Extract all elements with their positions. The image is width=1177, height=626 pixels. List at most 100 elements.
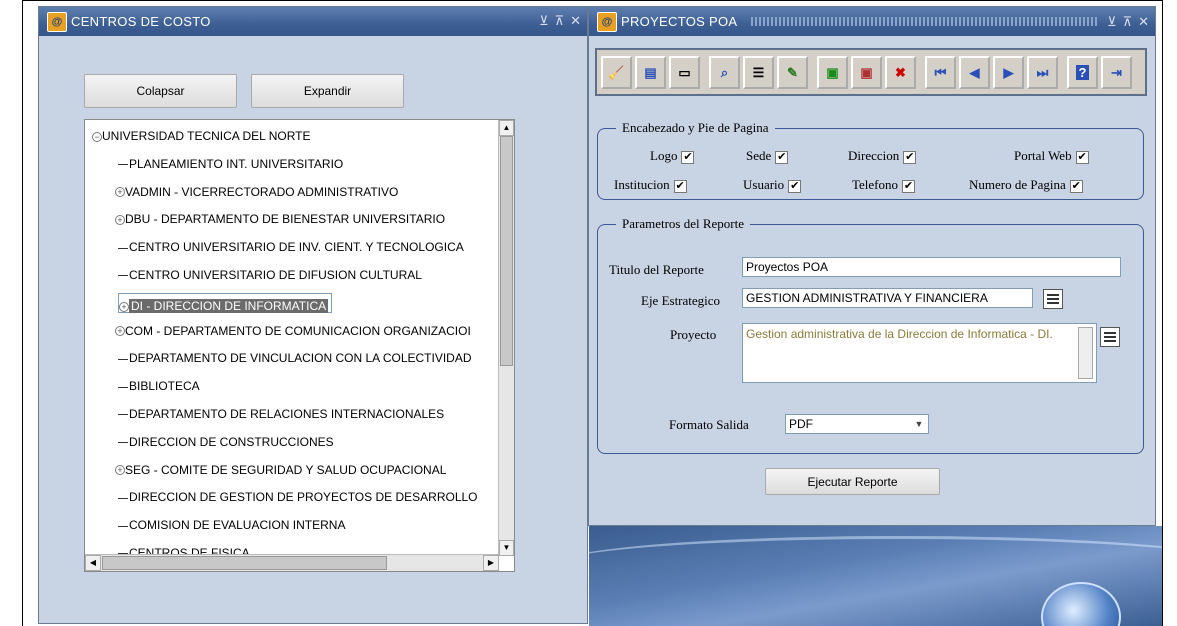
usuario-checkbox[interactable]: ✔ [788, 179, 802, 193]
scroll-right-icon[interactable]: ▶ [483, 555, 499, 571]
tree-node-label: CENTRO UNIVERSITARIO DE DIFUSION CULTURA… [129, 268, 422, 282]
cost-center-tree[interactable]: − UNIVERSIDAD TECNICA DEL NORTE PLANEAMIEN… [84, 119, 515, 572]
edit-record-icon[interactable]: ▣ [851, 56, 882, 89]
save-icon[interactable]: ▤ [635, 56, 666, 89]
tree-node-label: COMISION DE EVALUACION INTERNA [129, 518, 346, 533]
direccion-checkbox-label: Direccion ✔ [848, 148, 917, 164]
maximize-icon[interactable]: ⊼ [1123, 14, 1133, 30]
tree-node-label: DEPARTAMENTO DE RELACIONES INTERNACIONAL… [129, 407, 445, 421]
tree-node-label: DI - DIRECCION DE INFORMATICA [129, 298, 329, 313]
tree-node-label: SEG - COMITE DE SEGURIDAD Y SALUD OCUPAC… [125, 462, 447, 477]
expand-node-icon[interactable]: + [115, 215, 125, 226]
institucion-checkbox[interactable]: ✔ [673, 179, 687, 193]
tree-node-label: DEPARTAMENTO DE VINCULACION CON LA COLEC… [129, 351, 472, 366]
tree-connector [118, 275, 128, 277]
edit-icon[interactable]: ✎ [777, 56, 808, 89]
tree-connector [118, 247, 128, 249]
print-icon[interactable]: ▭ [669, 56, 700, 89]
telefono-checkbox[interactable]: ✔ [902, 179, 916, 193]
telefono-checkbox-label: Telefono ✔ [852, 177, 916, 193]
run-report-button[interactable]: Ejecutar Reporte [765, 468, 940, 495]
cost-centers-titlebar[interactable]: @ CENTROS DE COSTO ⊻ ⊼ ✕ [39, 7, 587, 36]
proyectos-titlebar[interactable]: @ PROYECTOS POA ⊻ ⊼ ✕ [589, 7, 1155, 36]
tree-node[interactable]: DIRECCION DE GESTION DE PROYECTOS DE DES… [118, 487, 478, 507]
sede-checkbox-label: Sede ✔ [746, 148, 789, 164]
usuario-checkbox-label: Usuario ✔ [743, 177, 802, 193]
eje-label: Eje Estrategico [641, 293, 721, 308]
formato-select[interactable]: PDF ▼ [785, 414, 929, 434]
sede-checkbox[interactable]: ✔ [775, 150, 789, 164]
tree-node[interactable]: − UNIVERSIDAD TECNICA DEL NORTE [92, 126, 311, 146]
list-icon[interactable]: ☰ [743, 56, 774, 89]
close-icon[interactable]: ✕ [570, 13, 581, 29]
tree-node-label: UNIVERSIDAD TECNICA DEL NORTE [102, 129, 311, 143]
next-record-icon[interactable]: ▶ [993, 56, 1024, 89]
tree-vertical-scrollbar[interactable]: ▲ ▼ [498, 120, 514, 556]
tree-connector [118, 414, 128, 416]
tree-node[interactable]: DEPARTAMENTO DE VINCULACION CON LA COLEC… [118, 348, 472, 368]
eje-lov-icon[interactable] [1043, 289, 1063, 309]
tree-node[interactable]: DEPARTAMENTO DE RELACIONES INTERNACIONAL… [118, 404, 444, 424]
tree-node-label: BIBLIOTECA [129, 379, 200, 394]
collapse-node-icon[interactable]: − [92, 131, 102, 142]
expand-node-icon[interactable]: + [115, 187, 125, 198]
screen-border-left [22, 0, 23, 626]
titulo-field[interactable]: Proyectos POA [742, 257, 1121, 277]
expand-node-icon[interactable]: + [119, 301, 129, 312]
hscroll-thumb[interactable] [102, 556, 387, 570]
tree-node[interactable]: + VADMIN - VICERRECTORADO ADMINISTRATIVO [115, 182, 398, 202]
tree-connector [118, 386, 128, 388]
tree-connector [118, 442, 128, 444]
tree-node[interactable]: BIBLIOTECA [118, 376, 200, 396]
chevron-down-icon[interactable]: ▼ [912, 417, 926, 431]
tree-node[interactable]: COMISION DE EVALUACION INTERNA [118, 515, 345, 535]
first-record-icon[interactable]: ⏮ [925, 56, 956, 89]
proyecto-scrollbar[interactable] [1078, 327, 1093, 379]
header-footer-legend: Encabezado y Pie de Pagina [622, 120, 769, 135]
tree-node[interactable]: CENTRO UNIVERSITARIO DE DIFUSION CULTURA… [118, 265, 422, 285]
maximize-icon[interactable]: ⊼ [555, 13, 565, 29]
tree-node[interactable]: + COM - DEPARTAMENTO DE COMUNICACION ORGA… [115, 321, 471, 341]
minimize-icon[interactable]: ⊻ [539, 13, 549, 29]
proyecto-text: Gestion administrativa de la Direccion d… [746, 327, 1053, 341]
desktop-background [589, 526, 1162, 626]
insert-record-icon[interactable]: ▣ [817, 56, 848, 89]
clear-icon[interactable]: 🧹 [601, 56, 632, 89]
help-icon[interactable]: ? [1067, 56, 1098, 89]
search-icon[interactable]: ⌕ [709, 56, 740, 89]
tree-node[interactable]: + SEG - COMITE DE SEGURIDAD Y SALUD OCUPA… [115, 460, 447, 480]
titulo-label: Titulo del Reporte [609, 262, 704, 277]
close-icon[interactable]: ✕ [1138, 14, 1149, 30]
tree-node[interactable]: CENTRO UNIVERSITARIO DE INV. CIENT. Y TE… [118, 237, 464, 257]
direccion-checkbox[interactable]: ✔ [903, 150, 917, 164]
expand-node-icon[interactable]: + [115, 465, 125, 476]
last-record-icon[interactable]: ⏭ [1027, 56, 1058, 89]
tree-node[interactable]: + DBU - DEPARTAMENTO DE BIENESTAR UNIVERS… [115, 209, 445, 229]
delete-record-icon[interactable]: ✖ [885, 56, 916, 89]
scroll-up-icon[interactable]: ▲ [499, 120, 514, 136]
tree-node[interactable]: + DI - DIRECCION DE INFORMATICA [118, 292, 333, 313]
scroll-down-icon[interactable]: ▼ [499, 540, 514, 556]
eje-field[interactable]: GESTION ADMINISTRATIVA Y FINANCIERA [742, 288, 1033, 308]
exit-icon[interactable]: ⇥ [1101, 56, 1132, 89]
scroll-thumb[interactable] [500, 136, 513, 366]
collapse-button[interactable]: Colapsar [84, 74, 237, 108]
formato-label: Formato Salida [669, 417, 749, 432]
proyecto-lov-icon[interactable] [1100, 327, 1120, 347]
tree-connector [118, 164, 128, 166]
numero-pagina-checkbox[interactable]: ✔ [1069, 179, 1083, 193]
portal-web-checkbox[interactable]: ✔ [1075, 150, 1089, 164]
tree-node[interactable]: PLANEAMIENTO INT. UNIVERSITARIO [118, 154, 343, 174]
scroll-left-icon[interactable]: ◀ [85, 555, 101, 571]
tree-node[interactable]: DIRECCION DE CONSTRUCCIONES [118, 432, 334, 452]
expand-button[interactable]: Expandir [251, 74, 404, 108]
previous-record-icon[interactable]: ◀ [959, 56, 990, 89]
proyecto-field[interactable]: Gestion administrativa de la Direccion d… [742, 323, 1097, 383]
expand-node-icon[interactable]: + [115, 326, 125, 337]
logo-checkbox[interactable]: ✔ [681, 150, 695, 164]
tree-horizontal-scrollbar[interactable]: ◀ ▶ [85, 554, 499, 571]
window-title: CENTROS DE COSTO [71, 14, 211, 29]
window-title: PROYECTOS POA [621, 14, 738, 29]
tree-connector [118, 358, 128, 360]
minimize-icon[interactable]: ⊻ [1107, 14, 1117, 30]
